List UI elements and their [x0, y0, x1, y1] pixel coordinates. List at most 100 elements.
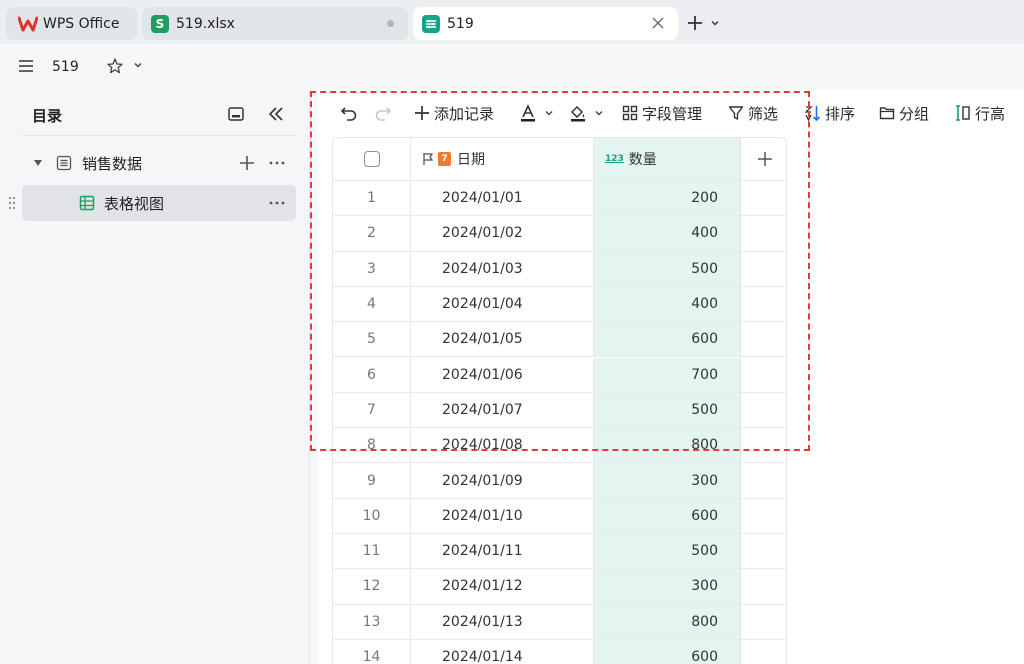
toolbar: 添加记录 字段管理 筛选 排序 分组 行高 [318, 90, 1024, 136]
sort-icon [805, 106, 821, 122]
font-color-button[interactable] [519, 102, 554, 124]
empty-cell [741, 463, 786, 497]
row-number-cell: 12 [333, 569, 411, 604]
folder-icon [879, 107, 895, 120]
panel-toggle-icon[interactable] [227, 105, 245, 123]
empty-cell [741, 534, 786, 568]
drag-handle-icon[interactable] [8, 196, 16, 210]
field-manage-label: 字段管理 [642, 104, 703, 123]
table-row[interactable]: 9 2024/01/09 300 [333, 463, 786, 499]
sidebar-divider [22, 135, 297, 136]
table-row[interactable]: 3 2024/01/03 500 [333, 251, 786, 287]
date-cell[interactable]: 2024/01/11 [411, 534, 594, 569]
quantity-cell[interactable]: 500 [594, 534, 741, 569]
document-title[interactable]: 519 [52, 59, 79, 75]
tab-519-xlsx[interactable]: S 519.xlsx [142, 7, 408, 40]
close-icon[interactable] [648, 13, 668, 33]
data-grid: 7 日期 123 数量 1 2024/01/01 200 2 2024/01/02 400… [332, 137, 787, 664]
redo-button[interactable] [374, 102, 392, 124]
column-header-quantity[interactable]: 123 数量 [594, 138, 741, 180]
undo-icon [340, 107, 357, 121]
quantity-cell[interactable]: 800 [594, 428, 741, 463]
caret-down-icon[interactable] [33, 158, 43, 168]
tab-wps-office[interactable]: WPS Office [6, 7, 137, 40]
quantity-cell[interactable]: 600 [594, 639, 741, 664]
date-cell[interactable]: 2024/01/04 [411, 286, 594, 322]
more-icon[interactable] [268, 154, 286, 172]
quantity-cell[interactable]: 600 [594, 498, 741, 533]
sidebar-item-label: 销售数据 [82, 155, 143, 173]
table-row[interactable]: 5 2024/01/05 600 [333, 322, 786, 358]
quantity-cell[interactable]: 700 [594, 357, 741, 392]
row-number-cell: 7 [333, 392, 411, 428]
column-header-date[interactable]: 7 日期 [411, 138, 594, 180]
date-cell[interactable]: 2024/01/13 [411, 604, 594, 639]
select-all-checkbox[interactable] [363, 151, 380, 167]
date-cell[interactable]: 2024/01/09 [411, 463, 594, 498]
quantity-cell[interactable]: 500 [594, 251, 741, 286]
main-panel: 添加记录 字段管理 筛选 排序 分组 行高 7 日期 123 数量 1 2024… [318, 90, 1024, 664]
date-cell[interactable]: 2024/01/03 [411, 251, 594, 286]
sidebar: 目录 销售数据 表格视图 [8, 90, 310, 664]
table-row[interactable]: 6 2024/01/06 700 [333, 357, 786, 393]
filter-button[interactable]: 筛选 [728, 102, 778, 124]
fill-color-button[interactable] [569, 102, 604, 124]
undo-button[interactable] [340, 102, 358, 124]
table-row[interactable]: 11 2024/01/11 500 [333, 534, 786, 570]
date-cell[interactable]: 2024/01/06 [411, 357, 594, 392]
quantity-cell[interactable]: 300 [594, 569, 741, 604]
collapse-sidebar-icon[interactable] [266, 104, 286, 124]
table-row[interactable]: 14 2024/01/14 600 [333, 639, 786, 664]
group-label: 分组 [899, 104, 930, 123]
add-record-label: 添加记录 [434, 104, 495, 123]
empty-cell [741, 428, 786, 462]
chevron-down-icon [595, 111, 603, 116]
table-row[interactable]: 12 2024/01/12 300 [333, 569, 786, 605]
plus-icon [757, 152, 772, 166]
field-manage-button[interactable]: 字段管理 [622, 102, 702, 124]
quantity-cell[interactable]: 500 [594, 392, 741, 428]
quantity-cell[interactable]: 600 [594, 322, 741, 357]
row-height-label: 行高 [975, 104, 1006, 123]
table-row[interactable]: 13 2024/01/13 800 [333, 604, 786, 640]
select-all-cell[interactable] [333, 138, 411, 180]
sidebar-item-sales-data[interactable]: 销售数据 [22, 148, 304, 178]
add-record-button[interactable]: 添加记录 [414, 102, 494, 124]
chevron-down-icon[interactable] [133, 60, 143, 70]
table-row[interactable]: 1 2024/01/01 200 [333, 181, 786, 217]
quantity-cell[interactable]: 800 [594, 604, 741, 639]
quantity-cell[interactable]: 400 [594, 286, 741, 322]
tab-519[interactable]: 519 [413, 7, 678, 40]
table-row[interactable]: 2 2024/01/02 400 [333, 216, 786, 252]
quantity-cell[interactable]: 300 [594, 463, 741, 498]
date-cell[interactable]: 2024/01/10 [411, 498, 594, 533]
date-cell[interactable]: 2024/01/05 [411, 322, 594, 357]
menu-icon[interactable] [18, 58, 34, 74]
group-button[interactable]: 分组 [879, 102, 929, 124]
table-row[interactable]: 4 2024/01/04 400 [333, 286, 786, 323]
add-column-button[interactable] [741, 138, 786, 180]
date-cell[interactable]: 2024/01/12 [411, 569, 594, 604]
add-icon[interactable] [238, 154, 256, 172]
new-tab-button[interactable] [686, 12, 726, 34]
primary-field-flag-icon [423, 153, 434, 165]
quantity-cell[interactable]: 400 [594, 216, 741, 251]
sidebar-item-grid-view[interactable]: 表格视图 [22, 185, 296, 221]
star-icon[interactable] [106, 57, 124, 75]
table-row[interactable]: 10 2024/01/10 600 [333, 498, 786, 534]
date-cell[interactable]: 2024/01/14 [411, 639, 594, 664]
quantity-cell[interactable]: 200 [594, 181, 741, 216]
redo-icon [375, 107, 392, 121]
more-icon[interactable] [268, 196, 286, 210]
row-number-cell: 5 [333, 322, 411, 357]
sort-label: 排序 [825, 104, 856, 123]
date-cell[interactable]: 2024/01/08 [411, 428, 594, 463]
table-row[interactable]: 8 2024/01/08 800 [333, 428, 786, 464]
date-cell[interactable]: 2024/01/02 [411, 216, 594, 251]
row-height-button[interactable]: 行高 [955, 102, 1005, 124]
date-cell[interactable]: 2024/01/07 [411, 392, 594, 428]
table-row[interactable]: 7 2024/01/07 500 [333, 392, 786, 429]
wps-logo-icon [18, 16, 38, 31]
date-cell[interactable]: 2024/01/01 [411, 181, 594, 216]
sort-button[interactable]: 排序 [805, 102, 855, 124]
